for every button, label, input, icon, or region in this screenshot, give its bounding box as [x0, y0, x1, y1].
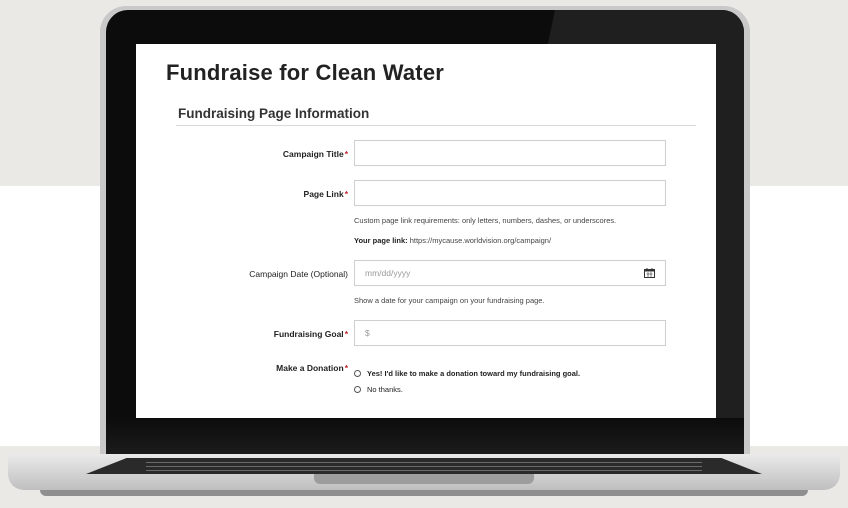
page-title: Fundraise for Clean Water [166, 60, 445, 85]
browser-screen: Fundraise for Clean Water Fundraising Pa… [136, 44, 716, 418]
campaign-title-label: Campaign Title* [282, 149, 348, 159]
screen-reflection [106, 418, 744, 456]
page-link-preview-label: Your page link: [354, 236, 408, 245]
radio-button[interactable] [354, 386, 361, 393]
donation-option-no[interactable]: No thanks. [354, 385, 403, 394]
laptop-foot [40, 490, 808, 496]
campaign-date-help: Show a date for your campaign on your fu… [354, 296, 545, 305]
page-link-preview: Your page link: https://mycause.worldvis… [354, 236, 551, 245]
campaign-date-placeholder: mm/dd/yyyy [365, 268, 411, 278]
required-mark: * [344, 149, 348, 159]
donation-option-yes[interactable]: Yes! I'd like to make a donation toward … [354, 369, 580, 378]
calendar-icon[interactable] [644, 268, 655, 278]
donation-option-no-label: No thanks. [367, 385, 403, 394]
donation-option-yes-label: Yes! I'd like to make a donation toward … [367, 369, 581, 378]
page-link-input[interactable] [354, 180, 666, 206]
required-mark: * [344, 329, 348, 339]
radio-button[interactable] [354, 370, 361, 377]
page-link-preview-url: https://mycause.worldvision.org/campaign… [409, 236, 552, 245]
page-link-label: Page Link* [303, 189, 348, 199]
currency-placeholder: $ [365, 328, 370, 338]
key-row [146, 462, 702, 463]
fundraising-goal-input[interactable]: $ [354, 320, 666, 346]
section-title: Fundraising Page Information [178, 106, 370, 121]
campaign-date-input[interactable]: mm/dd/yyyy [354, 260, 666, 286]
page-link-help: Custom page link requirements: only lett… [354, 216, 617, 225]
key-row [146, 470, 702, 471]
campaign-date-label: Campaign Date (Optional) [249, 269, 348, 279]
campaign-title-input[interactable] [354, 140, 666, 166]
required-mark: * [344, 189, 348, 199]
make-donation-label: Make a Donation* [276, 363, 348, 373]
laptop-keyboard [86, 458, 762, 474]
key-row [146, 466, 702, 467]
fundraising-goal-label: Fundraising Goal* [273, 329, 348, 339]
laptop-trackpad [314, 474, 534, 484]
section-divider [176, 125, 696, 126]
required-mark: * [344, 363, 348, 373]
